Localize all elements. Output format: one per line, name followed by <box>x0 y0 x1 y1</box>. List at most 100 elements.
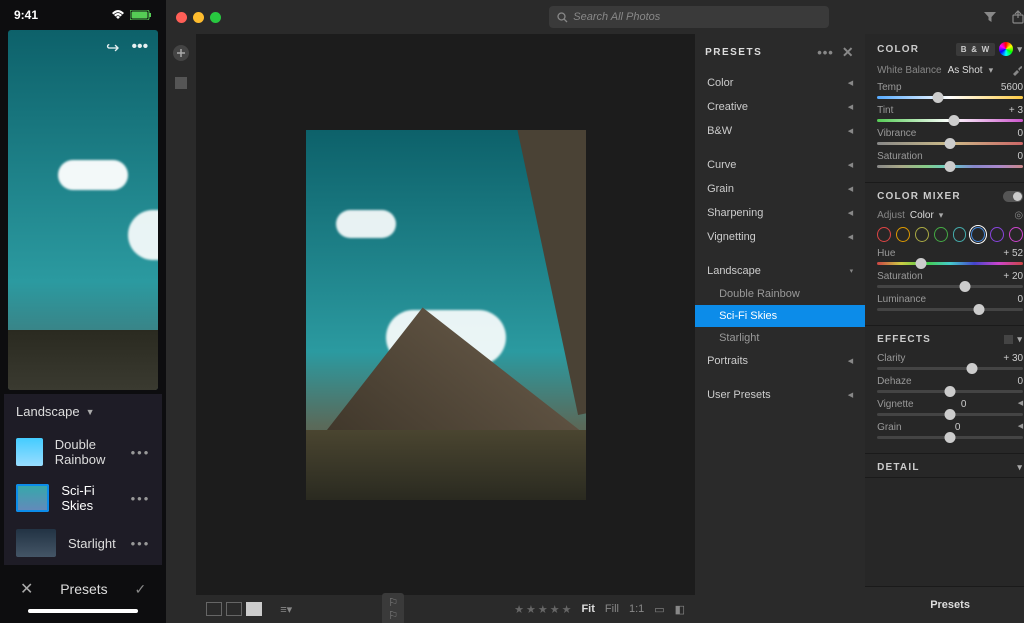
swatch-orange[interactable] <box>896 227 910 242</box>
zoom-fill-button[interactable]: Fill <box>605 603 619 616</box>
detail-section[interactable]: DETAIL ▾ <box>865 454 1024 478</box>
more-icon[interactable]: ••• <box>131 445 151 460</box>
preset-group-grain[interactable]: Grain◀ <box>695 177 865 201</box>
preset-thumb <box>16 484 49 512</box>
preset-category-dropdown[interactable]: Landscape ▼ <box>4 394 162 429</box>
redo-icon[interactable]: ↪ <box>106 38 119 58</box>
preset-group-color[interactable]: Color◀ <box>695 71 865 95</box>
more-icon[interactable]: ••• <box>131 38 148 58</box>
swatch-aqua[interactable] <box>953 227 967 242</box>
swatch-magenta[interactable] <box>1009 227 1023 242</box>
add-photo-button[interactable] <box>172 44 190 62</box>
effects-header: EFFECTS <box>877 334 931 345</box>
mobile-preset-picker: Landscape ▼ Double Rainbow ••• Sci-Fi Sk… <box>4 394 162 565</box>
split-toning-icon[interactable] <box>1004 335 1013 344</box>
mobile-photo-preview[interactable]: ↪ ••• <box>8 30 158 390</box>
presets-header: PRESETS ••• ✕ <box>695 34 865 71</box>
canvas-area: ≡▾ ⚐ ⚐ ★★★★★ Fit Fill 1:1 ▭ ◧ <box>196 34 695 623</box>
cancel-button[interactable]: ✕ <box>20 579 33 599</box>
mixer-toggle[interactable] <box>1003 191 1023 202</box>
preset-group-sharpening[interactable]: Sharpening◀ <box>695 201 865 225</box>
left-rail <box>166 34 196 623</box>
color-swatches <box>877 227 1023 242</box>
zoom-1to1-button[interactable]: 1:1 <box>629 603 644 616</box>
clarity-slider[interactable]: Clarity+ 30 <box>877 353 1023 370</box>
preset-group-vignetting[interactable]: Vignetting◀ <box>695 225 865 249</box>
dehaze-slider[interactable]: Dehaze0 <box>877 376 1023 393</box>
color-mixer-section: COLOR MIXER Adjust Color ▾ ◎ <box>865 183 1024 326</box>
wb-dropdown[interactable]: As Shot <box>948 65 983 76</box>
saturation-slider[interactable]: Saturation0 <box>877 151 1023 168</box>
preset-thumb <box>16 438 43 466</box>
preset-category-label: Landscape <box>16 404 80 419</box>
preset-group-creative[interactable]: Creative◀ <box>695 95 865 119</box>
temp-slider[interactable]: Temp5600 <box>877 82 1023 99</box>
home-indicator <box>28 609 138 613</box>
sort-icon[interactable]: ≡▾ <box>280 603 292 616</box>
filter-icon[interactable] <box>983 10 997 24</box>
preset-group-portraits[interactable]: Portraits◀ <box>695 349 865 373</box>
confirm-button[interactable]: ✓ <box>135 581 147 598</box>
color-header: COLOR <box>877 44 919 55</box>
mixer-saturation-slider[interactable]: Saturation+ 20 <box>877 271 1023 288</box>
close-window-button[interactable] <box>176 12 187 23</box>
preset-starlight[interactable]: Starlight <box>695 327 865 349</box>
swatch-blue[interactable] <box>971 227 985 242</box>
mobile-mockup: 9:41 ↪ ••• Landscape ▼ Double Rainbow ••… <box>0 0 166 623</box>
preset-group-curve[interactable]: Curve◀ <box>695 153 865 177</box>
share-icon[interactable] <box>1011 10 1024 24</box>
mobile-status-bar: 9:41 <box>4 4 162 26</box>
edit-panel: COLOR B & W ▾ White Balance As Shot ▾ Te… <box>865 34 1024 623</box>
search-input[interactable]: Search All Photos <box>549 6 829 28</box>
preset-scifi-skies[interactable]: Sci-Fi Skies <box>695 305 865 327</box>
search-placeholder: Search All Photos <box>573 11 660 23</box>
preset-item-double-rainbow[interactable]: Double Rainbow ••• <box>4 429 162 475</box>
bw-toggle[interactable]: B & W <box>956 43 996 56</box>
zoom-fit-button[interactable]: Fit <box>581 603 594 616</box>
close-icon[interactable]: ✕ <box>842 44 855 61</box>
adjust-dropdown[interactable]: Color <box>910 210 934 221</box>
grain-slider[interactable]: Grain0◀ <box>877 422 1023 439</box>
preset-thumb <box>16 529 56 557</box>
view-mode-switcher[interactable] <box>206 602 262 616</box>
split-icon[interactable]: ◧ <box>675 603 685 616</box>
grid-view-button[interactable] <box>174 76 188 90</box>
rating-stars[interactable]: ★★★★★ <box>514 603 571 616</box>
preset-item-scifi-skies[interactable]: Sci-Fi Skies ••• <box>4 475 162 521</box>
eyedropper-icon[interactable] <box>1011 64 1023 76</box>
preset-item-starlight[interactable]: Starlight ••• <box>4 521 162 565</box>
mixer-header: COLOR MIXER <box>877 191 961 202</box>
vignette-slider[interactable]: Vignette0◀ <box>877 399 1023 416</box>
vibrance-slider[interactable]: Vibrance0 <box>877 128 1023 145</box>
search-icon <box>557 12 568 23</box>
more-icon[interactable]: ••• <box>131 536 151 551</box>
presets-panel: PRESETS ••• ✕ Color◀ Creative◀ B&W◀ Curv… <box>695 34 865 623</box>
hue-slider[interactable]: Hue+ 52 <box>877 248 1023 265</box>
preset-group-bw[interactable]: B&W◀ <box>695 119 865 143</box>
swatch-purple[interactable] <box>990 227 1004 242</box>
photo-canvas[interactable] <box>196 34 695 595</box>
presets-footer-button[interactable]: Presets <box>865 586 1024 623</box>
luminance-slider[interactable]: Luminance0 <box>877 294 1023 311</box>
chevron-down-icon: ▾ <box>1017 44 1023 55</box>
filmstrip-bar: ≡▾ ⚐ ⚐ ★★★★★ Fit Fill 1:1 ▭ ◧ <box>196 595 695 623</box>
compare-icon[interactable]: ▭ <box>654 603 664 616</box>
color-grading-icon[interactable] <box>999 42 1013 56</box>
presets-more-icon[interactable]: ••• <box>817 45 834 60</box>
preset-group-user[interactable]: User Presets◀ <box>695 383 865 407</box>
preset-double-rainbow[interactable]: Double Rainbow <box>695 283 865 305</box>
color-section: COLOR B & W ▾ White Balance As Shot ▾ Te… <box>865 34 1024 183</box>
target-adjust-icon[interactable]: ◎ <box>1014 210 1023 221</box>
tint-slider[interactable]: Tint+ 3 <box>877 105 1023 122</box>
effects-section: EFFECTS ▾ Clarity+ 30 Dehaze0 Vignette0◀ <box>865 326 1024 454</box>
swatch-green[interactable] <box>934 227 948 242</box>
footer-title: Presets <box>60 581 107 597</box>
flag-icon[interactable]: ⚐ ⚐ <box>382 593 404 623</box>
swatch-yellow[interactable] <box>915 227 929 242</box>
maximize-window-button[interactable] <box>210 12 221 23</box>
more-icon[interactable]: ••• <box>131 491 151 506</box>
titlebar: Search All Photos <box>166 0 1024 34</box>
minimize-window-button[interactable] <box>193 12 204 23</box>
swatch-red[interactable] <box>877 227 891 242</box>
preset-group-landscape[interactable]: Landscape▾ <box>695 259 865 283</box>
